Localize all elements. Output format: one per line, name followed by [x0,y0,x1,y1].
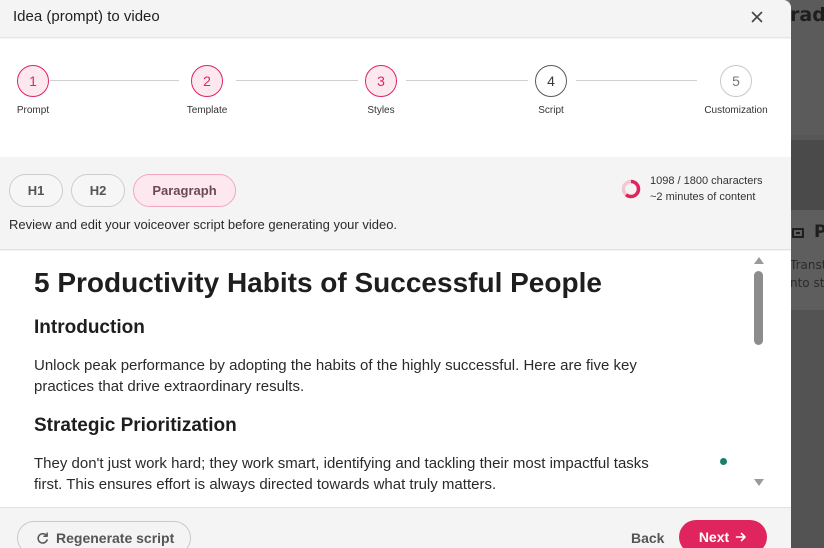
content-duration: ~2 minutes of content [650,191,756,203]
script-editor[interactable]: 5 Productivity Habits of Successful Peop… [0,251,791,507]
modal-header: Idea (prompt) to video [0,0,791,38]
section-heading[interactable]: Introduction [34,317,145,339]
background-section-label: P [814,222,824,242]
step-connector [236,80,358,81]
paragraph-line: Unlock peak performance by adopting the … [34,357,637,374]
step-connector [406,80,528,81]
section-paragraph[interactable]: Unlock peak performance by adopting the … [34,355,724,397]
refresh-icon [37,531,48,544]
close-icon [751,11,763,23]
background-text-line: Transt [790,258,824,272]
character-usage-ring-icon [621,179,641,199]
next-button[interactable]: Next [679,520,767,548]
next-button-label: Next [698,529,730,545]
step-styles[interactable]: 3 [365,65,397,97]
document-icon [792,228,804,238]
step-label-styles: Styles [367,105,395,116]
section-paragraph[interactable]: They don't just work hard; they work sma… [34,453,724,495]
regenerate-script-label: Regenerate script [56,530,175,546]
step-label-template: Template [186,105,228,116]
section-heading[interactable]: Strategic Prioritization [34,415,237,437]
review-instructions: Review and edit your voiceover script be… [9,217,398,232]
scrollbar-thumb[interactable] [754,271,763,345]
arrow-right-icon [735,532,746,542]
back-button[interactable]: Back [631,530,664,546]
step-connector [576,80,697,81]
background-app: rade P Transt nto st [790,0,824,548]
background-text-line: nto st [790,276,824,290]
paragraph-line: practices that drive extraordinary resul… [34,378,305,395]
modal-footer: Regenerate script Back Next [0,507,791,548]
paragraph-line: first. This ensures effort is always dir… [34,476,497,493]
character-count: 1098 / 1800 characters [650,175,763,187]
step-customization[interactable]: 5 [720,65,752,97]
grammarly-status-dot-icon[interactable] [720,458,727,465]
progress-stepper: 1 Prompt 2 Template 3 Styles 4 Script 5 … [0,39,791,157]
script-title[interactable]: 5 Productivity Habits of Successful Peop… [34,267,602,299]
step-label-prompt: Prompt [16,105,50,116]
format-paragraph-button[interactable]: Paragraph [133,174,236,207]
idea-to-video-modal: Idea (prompt) to video 1 Prompt 2 Templa… [0,0,791,548]
modal-title: Idea (prompt) to video [13,8,160,25]
scroll-down-arrow-icon[interactable] [754,479,764,486]
step-prompt[interactable]: 1 [17,65,49,97]
paragraph-line: They don't just work hard; they work sma… [34,455,649,472]
regenerate-script-button[interactable]: Regenerate script [17,521,191,548]
editor-scrollbar[interactable] [752,255,766,493]
background-thumbnail [790,310,824,548]
format-h2-button[interactable]: H2 [71,174,125,207]
step-script[interactable]: 4 [535,65,567,97]
step-connector [50,80,179,81]
background-band [790,140,824,210]
background-header: rade [790,0,824,135]
format-toolbar: H1 H2 Paragraph 1098 / 1800 characters ~… [0,157,791,250]
step-template[interactable]: 2 [191,65,223,97]
background-title: rade [790,4,824,26]
close-button[interactable] [747,7,767,27]
scroll-up-arrow-icon[interactable] [754,257,764,264]
step-label-script: Script [538,105,564,116]
step-label-customization: Customization [704,105,768,116]
format-h1-button[interactable]: H1 [9,174,63,207]
